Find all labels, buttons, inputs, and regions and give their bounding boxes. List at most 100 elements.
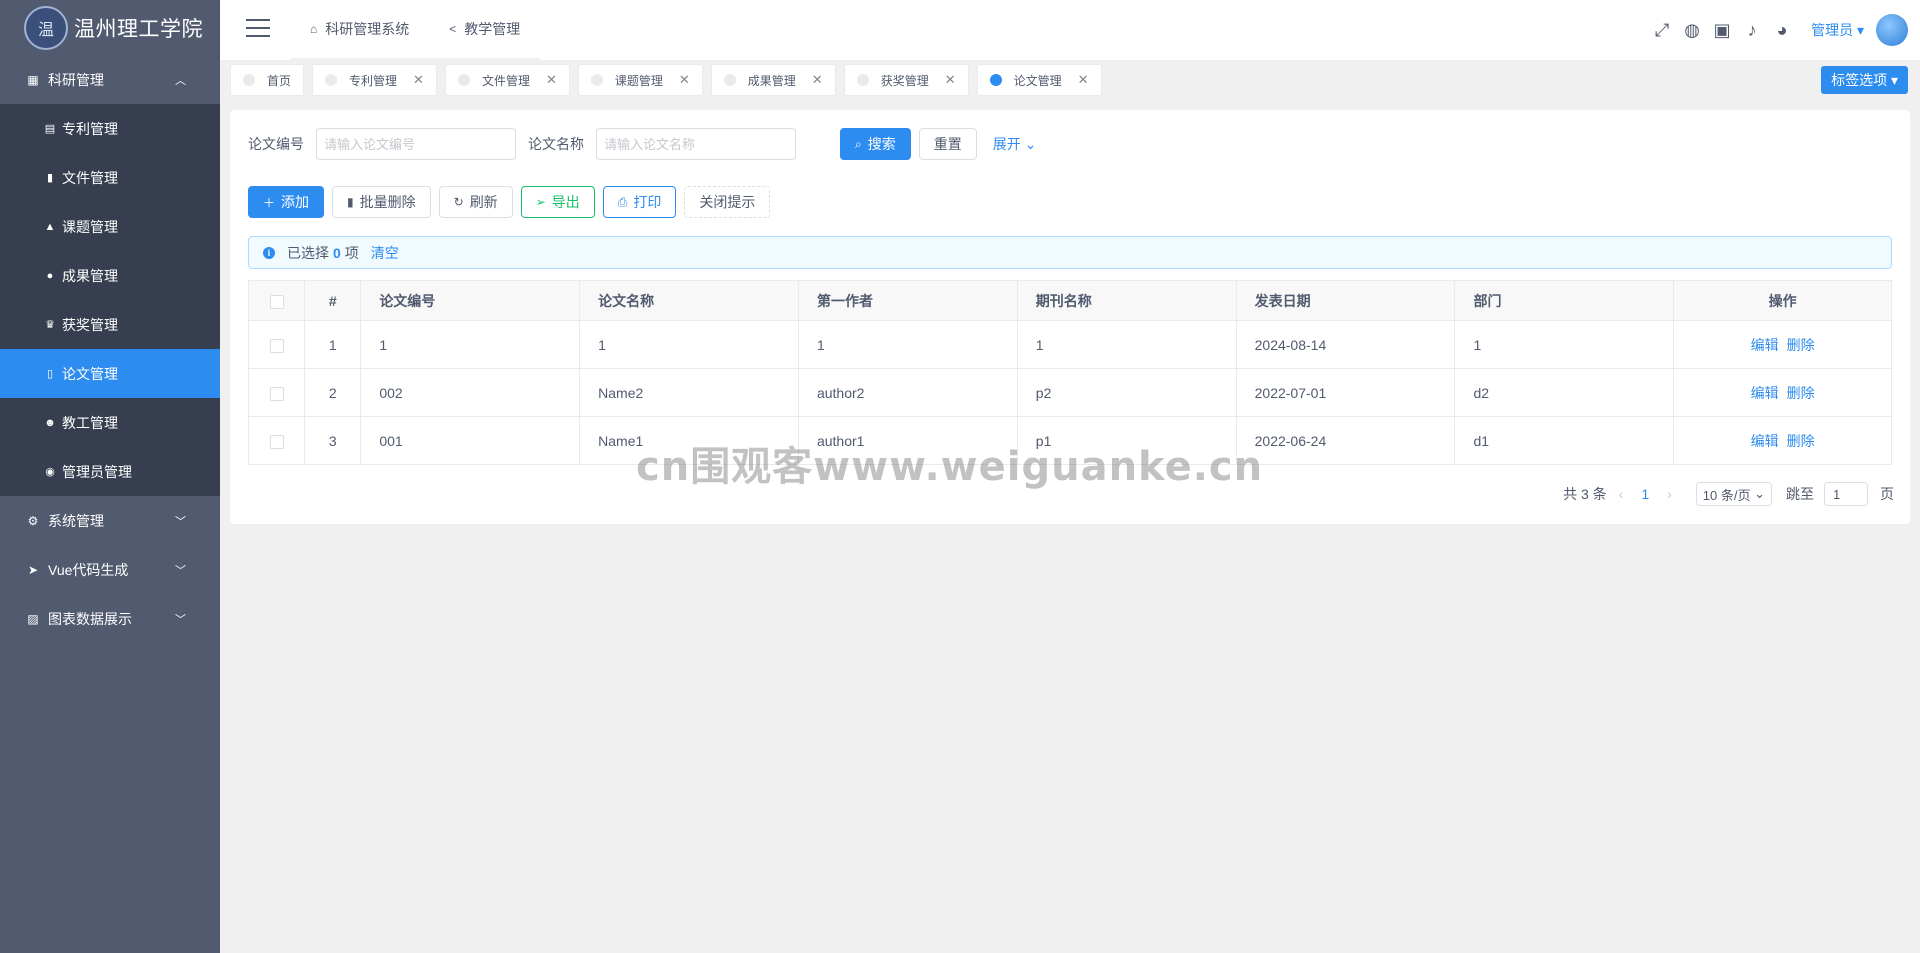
circle-icon: ● [46, 269, 54, 282]
row-select-cell [247, 368, 306, 417]
sidebar-item-staff[interactable]: ☻ 教工管理 [0, 398, 220, 447]
add-button[interactable]: ＋ 添加 [248, 186, 325, 218]
close-tip-button[interactable]: 关闭提示 [684, 186, 771, 218]
close-icon[interactable]: ✕ [1078, 72, 1089, 88]
clear-selection-link[interactable]: 清空 [371, 243, 399, 263]
edit-link[interactable]: 编辑 [1751, 385, 1779, 401]
column-header[interactable]: 部门 [1454, 280, 1675, 321]
delete-link[interactable]: 删除 [1787, 433, 1815, 449]
sidebar-item-label: 管理员管理 [62, 463, 132, 480]
globe-icon[interactable]: ◍ [1677, 20, 1707, 41]
row-checkbox[interactable] [269, 434, 284, 449]
row-checkbox[interactable] [269, 338, 284, 353]
alert-prefix: 已选择 [287, 244, 329, 261]
close-icon[interactable]: ✕ [413, 72, 424, 88]
batch-delete-button[interactable]: ▮ 批量删除 [332, 186, 431, 218]
column-header[interactable]: 第一作者 [797, 280, 1018, 321]
user-name: 管理员 [1811, 22, 1854, 38]
sidebar-item-patent[interactable]: ▤ 专利管理 [0, 104, 220, 153]
tag-options-label: 标签选项 [1831, 72, 1888, 88]
table-cell: 002 [360, 368, 581, 417]
column-header[interactable]: 论文编号 [360, 280, 581, 321]
header-right: ⤢ ◍ ▣ ♪ ◕ 管理员 ▾ [1647, 0, 1920, 60]
table-cell: Name2 [579, 368, 799, 417]
sidebar-item-project[interactable]: ▲ 课题管理 [0, 202, 220, 251]
tag-label: 成果管理 [747, 73, 796, 88]
column-header: 操作 [1673, 280, 1892, 321]
chevron-down-icon: ﹀ [175, 564, 186, 577]
search-form: 论文编号 论文名称 ⌕ 搜索 重置 展开 ⌄ [248, 128, 1036, 160]
watermark: cn围观客www.weiguanke.cn [636, 444, 1264, 490]
close-icon[interactable]: ✕ [945, 72, 956, 88]
print-button[interactable]: ⎙ 打印 [602, 186, 677, 218]
close-icon[interactable]: ✕ [679, 72, 690, 88]
github-icon[interactable]: ◕ [1767, 20, 1797, 41]
top-nav-teaching[interactable]: < 教学管理 [429, 0, 541, 60]
avatar[interactable] [1876, 14, 1908, 46]
paper-name-input[interactable] [596, 128, 796, 160]
sidebar-item-achievement[interactable]: ● 成果管理 [0, 251, 220, 300]
column-header: # [304, 280, 362, 321]
tag-file[interactable]: 文件管理 ✕ [444, 64, 570, 96]
tag-project[interactable]: 课题管理 ✕ [577, 64, 703, 96]
table-row[interactable]: 1 1 1 1 1 2024-08-14 1 编辑 删除 [247, 320, 1892, 369]
home-icon: ⌂ [310, 22, 318, 36]
menu-group-research[interactable]: ▦ 科研管理 ︿ [0, 55, 220, 104]
refresh-icon: ↻ [453, 195, 464, 209]
column-header[interactable]: 论文名称 [579, 280, 799, 321]
jump-page-input[interactable]: 1 [1824, 482, 1868, 506]
paper-code-input[interactable] [316, 128, 516, 160]
tag-achievement[interactable]: 成果管理 ✕ [710, 64, 836, 96]
prev-page-icon[interactable]: ‹ [1619, 486, 1624, 502]
sidebar-item-paper[interactable]: ▯ 论文管理 [0, 349, 220, 398]
close-icon[interactable]: ✕ [546, 72, 557, 88]
print-label: 打印 [633, 194, 662, 210]
column-header[interactable]: 发表日期 [1235, 280, 1456, 321]
page-size-select[interactable]: 10 条/页 ⌄ [1695, 482, 1772, 506]
bell-icon[interactable]: ♪ [1737, 20, 1767, 41]
lock-icon[interactable]: ▣ [1707, 20, 1737, 41]
top-nav-research-system[interactable]: ⌂ 科研管理系统 [290, 0, 430, 60]
refresh-button[interactable]: ↻ 刷新 [438, 186, 513, 218]
search-button[interactable]: ⌕ 搜索 [840, 128, 911, 160]
tag-award[interactable]: 获奖管理 ✕ [843, 64, 969, 96]
sidebar-item-admin[interactable]: ◉ 管理员管理 [0, 447, 220, 496]
select-all-checkbox[interactable] [269, 294, 284, 309]
export-button[interactable]: ➢ 导出 [520, 186, 595, 218]
printer-icon: ⎙ [617, 194, 628, 209]
gear-icon: ⚙ [27, 513, 39, 528]
chevron-up-icon: ︿ [175, 74, 186, 87]
table-cell: 1 [304, 320, 362, 369]
jump-label: 跳至 [1786, 486, 1814, 502]
sidebar-item-file[interactable]: ▮ 文件管理 [0, 153, 220, 202]
search-button-label: 搜索 [867, 136, 896, 152]
edit-link[interactable]: 编辑 [1751, 433, 1779, 449]
delete-link[interactable]: 删除 [1787, 337, 1815, 353]
menu-group-vue-codegen[interactable]: ➤ Vue代码生成 ﹀ [0, 545, 220, 594]
delete-link[interactable]: 删除 [1787, 385, 1815, 401]
next-page-icon[interactable]: › [1667, 486, 1672, 502]
logo[interactable]: 温 温州理工学院 [0, 0, 220, 55]
tag-home[interactable]: 首页 [230, 64, 305, 96]
user-circle-icon: ◉ [45, 466, 55, 478]
tag-paper[interactable]: 论文管理 ✕ [976, 64, 1102, 96]
page-item-current[interactable]: 1 [1641, 486, 1649, 502]
user-menu[interactable]: 管理员 ▾ [1811, 20, 1864, 40]
tag-patent[interactable]: 专利管理 ✕ [312, 64, 437, 96]
table-row[interactable]: 2 002 Name2 author2 p2 2022-07-01 d2 编辑删… [247, 368, 1892, 417]
column-header[interactable]: 期刊名称 [1016, 280, 1237, 321]
tag-label: 课题管理 [614, 73, 663, 88]
close-icon[interactable]: ✕ [812, 72, 823, 88]
menu-group-charts[interactable]: ▨ 图表数据展示 ﹀ [0, 594, 220, 643]
plus-icon: ＋ [263, 195, 276, 210]
menu-group-system[interactable]: ⚙ 系统管理 ﹀ [0, 496, 220, 545]
edit-link[interactable]: 编辑 [1751, 337, 1779, 353]
expand-link[interactable]: 展开 ⌄ [993, 134, 1037, 154]
sidebar-item-award[interactable]: ♛ 获奖管理 [0, 300, 220, 349]
tag-options-button[interactable]: 标签选项 ▾ [1821, 66, 1908, 94]
pagination: 共 3 条 ‹ 1 › 10 条/页 ⌄ 跳至 1 页 [1563, 482, 1894, 506]
row-checkbox[interactable] [269, 386, 284, 401]
hamburger-menu-icon[interactable] [246, 19, 270, 43]
reset-button[interactable]: 重置 [918, 128, 977, 160]
fullscreen-icon[interactable]: ⤢ [1647, 20, 1677, 41]
